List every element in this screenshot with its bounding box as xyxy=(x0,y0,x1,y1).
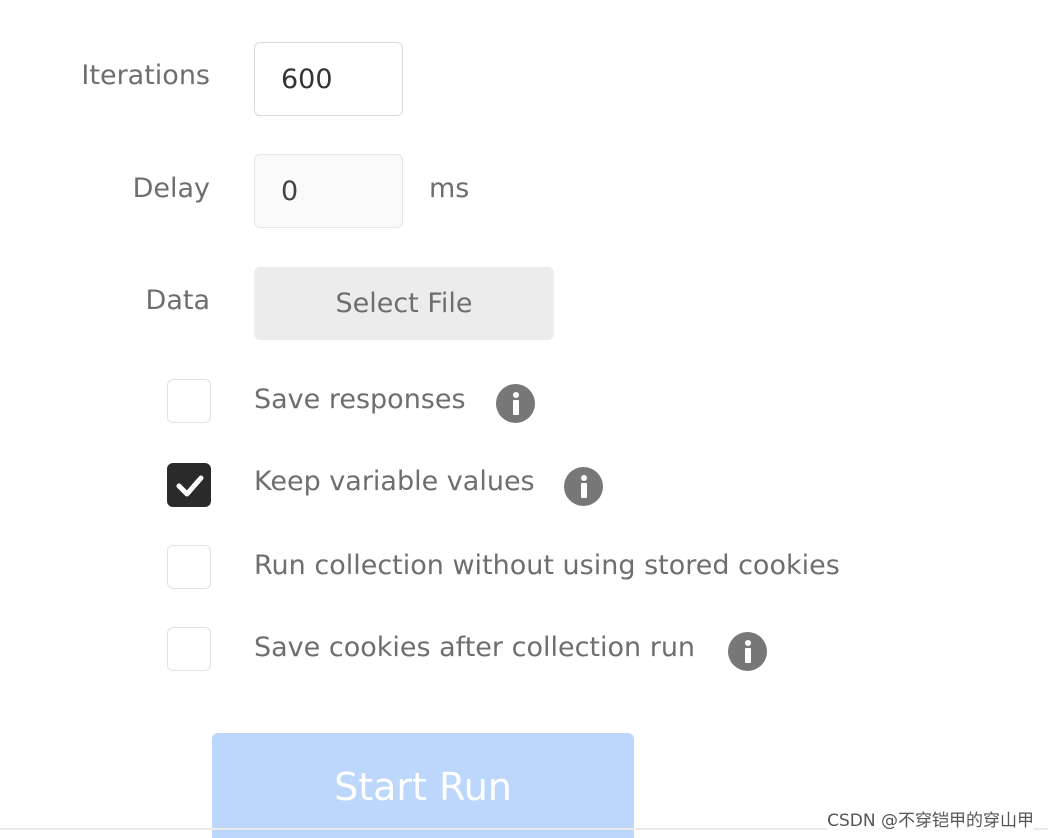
iterations-input[interactable] xyxy=(254,42,403,116)
keep-variable-values-label: Keep variable values xyxy=(254,466,535,497)
checkmark-icon xyxy=(176,475,204,497)
save-responses-label: Save responses xyxy=(254,384,466,415)
start-run-button[interactable]: Start Run xyxy=(212,733,634,838)
iterations-label: Iterations xyxy=(81,60,210,91)
data-label: Data xyxy=(145,285,210,316)
delay-unit-label: ms xyxy=(429,173,470,204)
save-cookies-info-icon[interactable] xyxy=(728,632,767,671)
keep-variable-values-checkbox[interactable] xyxy=(167,463,211,507)
save-responses-info-icon[interactable] xyxy=(496,384,535,423)
select-file-button[interactable]: Select File xyxy=(254,267,554,340)
delay-label: Delay xyxy=(132,173,210,204)
save-cookies-label: Save cookies after collection run xyxy=(254,632,696,663)
save-responses-checkbox[interactable] xyxy=(167,379,211,423)
no-stored-cookies-label: Run collection without using stored cook… xyxy=(254,550,840,581)
delay-input[interactable] xyxy=(254,154,403,228)
no-stored-cookies-checkbox[interactable] xyxy=(167,545,211,589)
save-cookies-checkbox[interactable] xyxy=(167,627,211,671)
watermark: CSDN @不穿铠甲的穿山甲 xyxy=(827,806,1034,831)
keep-variable-values-info-icon[interactable] xyxy=(564,467,603,506)
